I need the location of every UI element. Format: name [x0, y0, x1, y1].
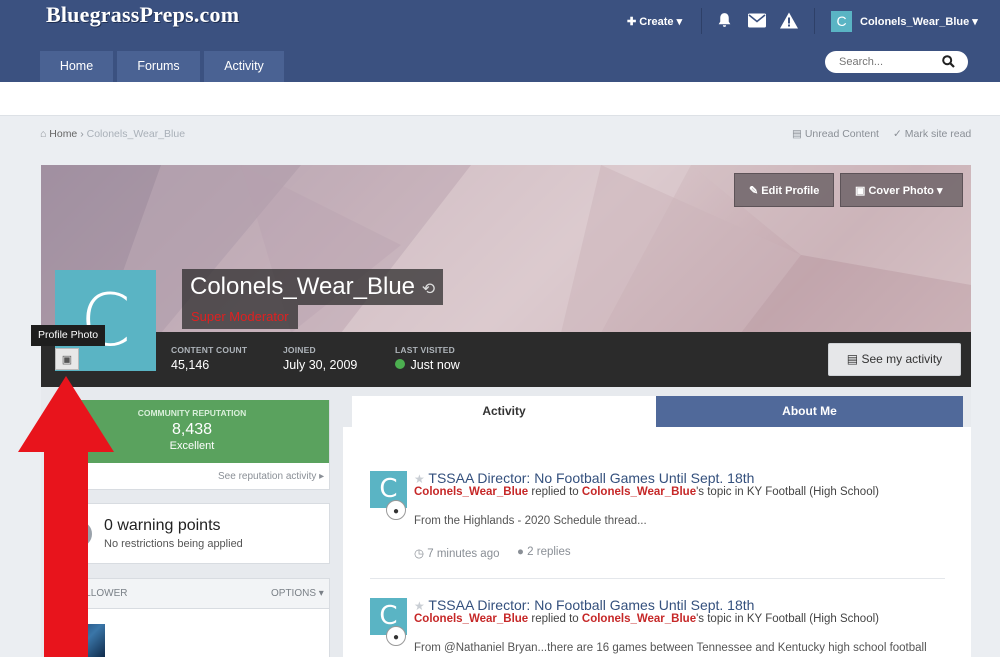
see-my-activity-button[interactable]: ▤ See my activity	[828, 343, 961, 376]
profile-role: Super Moderator	[182, 305, 298, 329]
site-header: BluegrassPreps.com ✚ Create ▾ C Colonels…	[0, 0, 1000, 82]
mark-read-link[interactable]: ✓ Mark site read	[893, 128, 971, 140]
comment-icon: ●	[386, 626, 406, 646]
create-button[interactable]: ✚ Create ▾	[627, 15, 682, 28]
profile-photo-tooltip: Profile Photo	[31, 325, 106, 346]
feed-owner-link[interactable]: Colonels_Wear_Blue	[582, 613, 696, 625]
feed-divider	[370, 578, 945, 579]
star-icon[interactable]: ★	[414, 599, 425, 613]
caret-down-icon: ▾	[972, 16, 978, 28]
feed-author-link[interactable]: Colonels_Wear_Blue	[414, 486, 528, 498]
stat-value-joined: July 30, 2009	[283, 358, 358, 372]
check-icon: ✓	[893, 128, 902, 140]
unread-content-link[interactable]: ▤ Unread Content	[792, 128, 879, 140]
feed-replies[interactable]: ● 2 replies	[517, 546, 571, 558]
history-icon[interactable]: ⟲	[422, 281, 435, 298]
tab-about-me[interactable]: About Me	[656, 396, 963, 427]
header-divider	[701, 8, 702, 34]
profile-photo-button[interactable]: ▣	[55, 348, 79, 370]
feed-meta: Colonels_Wear_Blue replied to Colonels_W…	[414, 486, 879, 498]
subheader-bar	[0, 82, 1000, 116]
nav-home[interactable]: Home	[40, 51, 113, 82]
edit-profile-button[interactable]: ✎ Edit Profile	[734, 173, 834, 207]
envelope-icon[interactable]	[748, 13, 766, 31]
search-icon[interactable]	[942, 55, 955, 73]
star-icon[interactable]: ★	[414, 472, 425, 486]
tab-activity[interactable]: Activity	[352, 396, 656, 427]
header-divider	[814, 8, 815, 34]
clock-icon: ◷	[414, 548, 425, 560]
feed-meta: Colonels_Wear_Blue replied to Colonels_W…	[414, 613, 879, 625]
reputation-activity-link[interactable]: See reputation activity ▸	[218, 471, 324, 482]
image-icon: ▣	[855, 185, 866, 197]
cover-photo-button[interactable]: ▣ Cover Photo ▾	[840, 173, 963, 207]
newspaper-icon: ▤	[792, 128, 802, 140]
breadcrumb-home[interactable]: Home	[49, 128, 77, 140]
breadcrumb-current: Colonels_Wear_Blue	[86, 128, 186, 140]
user-menu[interactable]: Colonels_Wear_Blue ▾	[860, 15, 978, 28]
home-icon: ⌂	[40, 128, 47, 140]
bell-icon[interactable]	[716, 12, 733, 34]
followers-options[interactable]: OPTIONS ▾	[271, 588, 324, 599]
caret-right-icon: ▸	[319, 471, 325, 482]
stat-value-content-count: 45,146	[171, 358, 210, 372]
feed-snippet: From the Highlands - 2020 Schedule threa…	[414, 515, 647, 527]
stat-label-last-visited: LAST VISITED	[395, 345, 456, 355]
site-logo[interactable]: BluegrassPreps.com	[46, 2, 239, 28]
nav-forums[interactable]: Forums	[117, 51, 200, 82]
comment-icon: ●	[517, 546, 524, 558]
feed-snippet: From @Nathaniel Bryan...there are 16 gam…	[414, 642, 927, 654]
stat-label-joined: JOINED	[283, 345, 316, 355]
warning-icon[interactable]	[780, 12, 798, 32]
profile-name: Colonels_Wear_Blue ⟲	[182, 269, 444, 305]
image-icon: ▣	[61, 354, 73, 366]
comment-icon: ●	[386, 500, 406, 520]
caret-down-icon: ▾	[676, 16, 683, 28]
pencil-icon: ✎	[749, 185, 759, 197]
stat-value-last-visited: Just now	[395, 358, 460, 372]
plus-icon: ✚	[627, 16, 637, 28]
warning-subtext: No restrictions being applied	[104, 538, 243, 550]
chevron-right-icon: ›	[80, 128, 84, 140]
nav-activity[interactable]: Activity	[204, 51, 284, 82]
breadcrumb: ⌂ Home › Colonels_Wear_Blue	[40, 128, 185, 140]
caret-down-icon: ▾	[936, 185, 943, 197]
feed-author-link[interactable]: Colonels_Wear_Blue	[414, 613, 528, 625]
red-arrow-annotation	[18, 376, 114, 657]
newspaper-icon: ▤	[846, 352, 859, 366]
feed-title[interactable]: ★ TSSAA Director: No Football Games Unti…	[414, 597, 754, 613]
feed-time[interactable]: ◷ 7 minutes ago	[414, 546, 500, 560]
caret-down-icon: ▾	[318, 588, 324, 599]
feed-title[interactable]: ★ TSSAA Director: No Football Games Unti…	[414, 470, 754, 486]
online-dot-icon	[395, 359, 405, 369]
user-avatar[interactable]: C	[831, 11, 852, 32]
feed-owner-link[interactable]: Colonels_Wear_Blue	[582, 486, 696, 498]
warning-points: 0 warning points	[104, 517, 221, 534]
stat-label-content-count: CONTENT COUNT	[171, 345, 248, 355]
